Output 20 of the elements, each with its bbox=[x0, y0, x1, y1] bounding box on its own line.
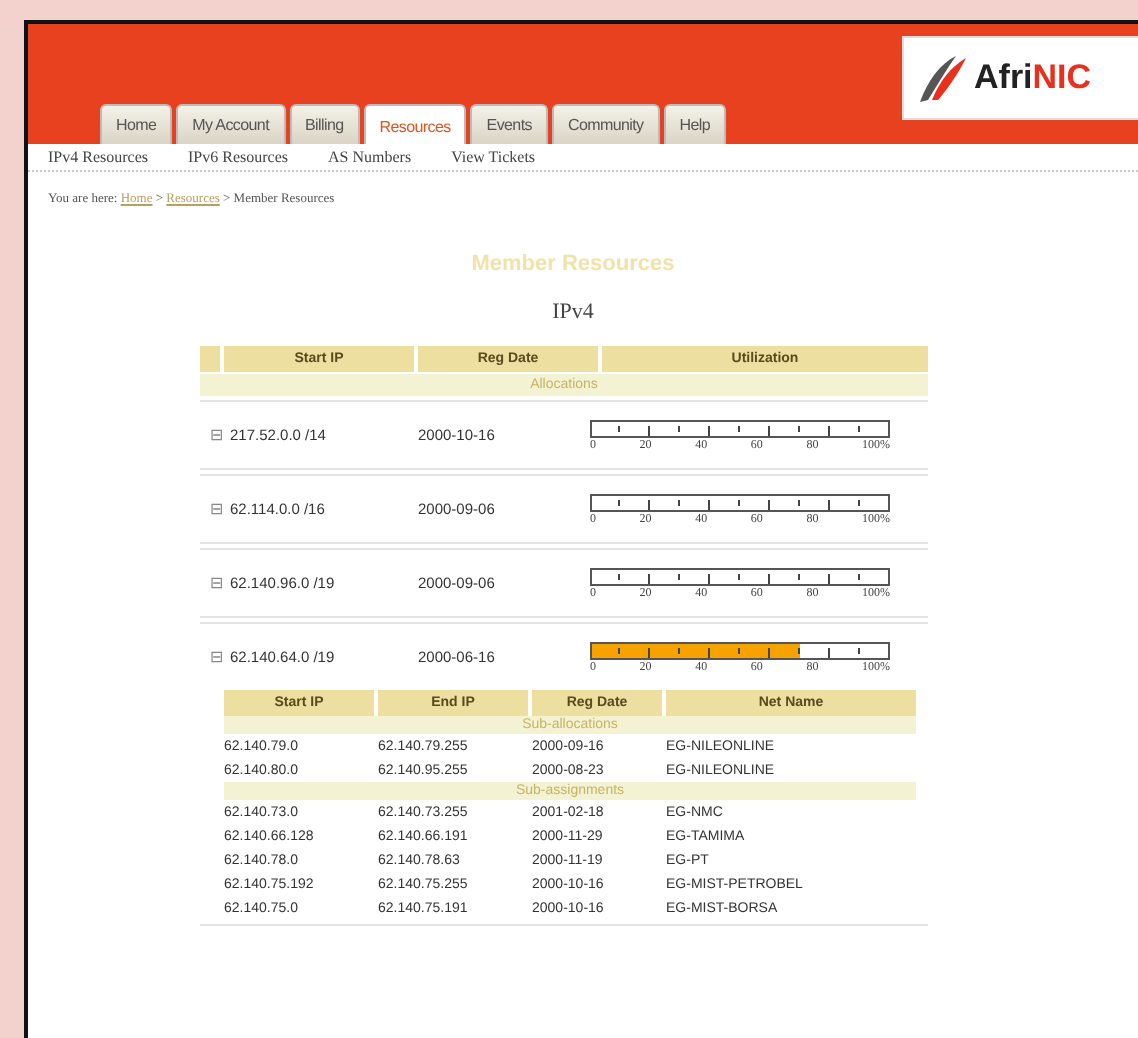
collapse-toggle[interactable]: ⊟ bbox=[210, 648, 224, 666]
nav-tab[interactable]: Help bbox=[663, 104, 726, 144]
nav-tab[interactable]: My Account bbox=[176, 104, 285, 144]
nav-tab[interactable]: Events bbox=[470, 104, 548, 144]
nav-tab[interactable]: Resources bbox=[363, 104, 467, 144]
subnav-link[interactable]: View Tickets bbox=[451, 148, 536, 166]
logo-text: AfriNIC bbox=[974, 58, 1092, 98]
section-title: IPv4 bbox=[550, 300, 596, 324]
header-cell bbox=[200, 346, 220, 372]
collapse-toggle[interactable]: ⊟ bbox=[210, 574, 224, 592]
collapse-toggle[interactable]: ⊟ bbox=[210, 500, 224, 518]
nav-tab[interactable]: Home bbox=[100, 104, 173, 144]
feather-icon bbox=[916, 52, 968, 104]
nav-tab[interactable]: Community bbox=[551, 104, 660, 144]
page-title: Member Resources bbox=[469, 252, 677, 276]
subnav-link[interactable]: IPv6 Resources bbox=[188, 148, 288, 166]
subnav-link[interactable]: AS Numbers bbox=[328, 148, 412, 166]
subnav-link[interactable]: IPv4 Resources bbox=[48, 148, 148, 166]
nav-tab[interactable]: Billing bbox=[289, 104, 360, 144]
collapse-toggle[interactable]: ⊟ bbox=[210, 426, 224, 444]
